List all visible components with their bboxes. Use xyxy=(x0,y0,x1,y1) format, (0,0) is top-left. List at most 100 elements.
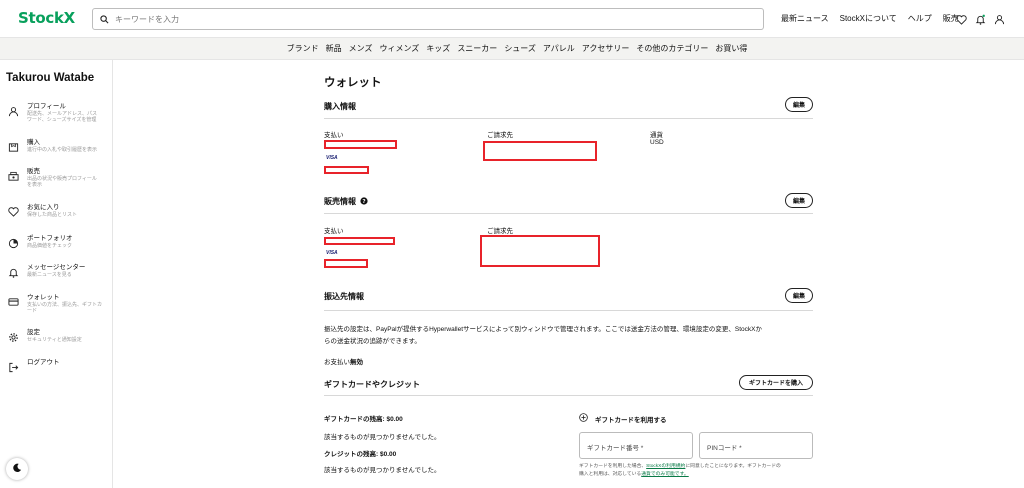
redacted-billing xyxy=(483,141,597,161)
stockx-logo[interactable]: StockX xyxy=(18,9,75,27)
currency-link[interactable]: 通貨でのみ可能です。 xyxy=(641,472,689,477)
sidebar-item-desc: を表示 xyxy=(27,182,43,188)
sidebar-item-label: プロフィール xyxy=(27,103,66,110)
sidebar-item-desc: ワード、シューズサイズを管理 xyxy=(27,117,97,123)
buy-gift-card-button[interactable]: ギフトカードを購入 xyxy=(739,375,813,390)
terms-link[interactable]: StockXの利用規約 xyxy=(646,464,685,469)
sidebar-item-selling[interactable]: 販売 出品の状況や販売プロフィール を表示 xyxy=(6,167,110,188)
dark-mode-toggle[interactable] xyxy=(6,458,28,480)
nav-about-link[interactable]: StockXについて xyxy=(840,13,897,24)
sidebar-item-desc: 支払いの方法、振込先、ギフトカ xyxy=(27,302,103,308)
payout-status-label: お支払い xyxy=(324,359,350,366)
category-accessories[interactable]: アクセサリー xyxy=(582,43,630,54)
person-icon xyxy=(6,104,20,118)
redeem-gift-card-toggle[interactable]: ギフトカードを利用する xyxy=(579,413,667,424)
bell-icon[interactable] xyxy=(975,12,986,30)
nav-help-link[interactable]: ヘルプ xyxy=(908,13,932,24)
header-links: 最新ニュース StockXについて ヘルプ 販売 xyxy=(781,13,959,24)
payout-section-title: 振込先情報 xyxy=(324,292,364,301)
bell-icon xyxy=(6,265,20,279)
redeem-gift-card-label: ギフトカードを利用する xyxy=(595,416,667,424)
category-shoes[interactable]: シューズ xyxy=(504,43,536,54)
credit-empty-message: 該当するものが見つかりませんでした。 xyxy=(324,467,441,474)
sidebar-item-label: 購入 xyxy=(27,139,40,146)
category-other[interactable]: その他のカテゴリー xyxy=(636,43,708,54)
logout-icon xyxy=(6,360,20,374)
sales-billing-label: ご請求先 xyxy=(487,228,513,235)
svg-text:?: ? xyxy=(362,199,365,205)
redacted-card xyxy=(324,259,368,268)
search-bar[interactable] xyxy=(92,8,764,30)
sidebar-item-messages[interactable]: メッセージセンター 最新ニュースを見る xyxy=(6,263,110,279)
purchase-section-title: 購入情報 xyxy=(324,102,356,111)
sidebar-item-wallet[interactable]: ウォレット 支払いの方法、振込先、ギフトカ ード xyxy=(6,293,110,314)
sidebar-item-label: メッセージセンター xyxy=(27,264,86,271)
gear-icon xyxy=(6,330,20,344)
category-bar: ブランド 新品 メンズ ウィメンズ キッズ スニーカー シューズ アパレル アク… xyxy=(0,38,1024,60)
gift-section-title: ギフトカードやクレジット xyxy=(324,380,420,389)
currency-label: 通貨 xyxy=(650,132,663,139)
payout-status-value: 無効 xyxy=(350,359,363,366)
redacted-card xyxy=(324,166,369,174)
sidebar-item-label: 設定 xyxy=(27,329,40,336)
category-kids[interactable]: キッズ xyxy=(426,43,450,54)
sidebar-item-label: ポートフォリオ xyxy=(27,235,73,242)
redacted-billing xyxy=(480,235,600,267)
sidebar-item-portfolio[interactable]: ポートフォリオ 商品価値をチェック xyxy=(6,234,110,250)
sidebar-item-desc: セキュリティと通知設定 xyxy=(27,337,82,343)
category-deals[interactable]: お買い得 xyxy=(715,43,747,54)
user-icon[interactable] xyxy=(994,12,1005,30)
top-bar: StockX 最新ニュース StockXについて ヘルプ 販売 xyxy=(0,0,1024,38)
sidebar-item-label: ウォレット xyxy=(27,294,60,301)
payout-status: お支払い無効 xyxy=(324,356,363,366)
username: Takurou Watabe xyxy=(6,72,95,84)
purchase-payment-label: 支払い xyxy=(324,132,344,139)
divider xyxy=(324,395,813,396)
visa-logo: VISA xyxy=(326,250,338,256)
sidebar-item-desc: ード xyxy=(27,308,38,314)
sidebar-item-buying[interactable]: 購入 進行中の入札や取引履歴を表示 xyxy=(6,138,110,154)
divider xyxy=(324,310,813,311)
plus-circle-icon xyxy=(579,413,588,424)
search-input[interactable] xyxy=(115,14,715,24)
info-icon[interactable]: ? xyxy=(360,196,368,207)
category-women[interactable]: ウィメンズ xyxy=(379,43,419,54)
pin-code-field[interactable]: PINコード * xyxy=(699,432,813,459)
sidebar-item-label: ログアウト xyxy=(27,359,60,366)
gift-card-number-field[interactable]: ギフトカード番号 * xyxy=(579,432,693,459)
sidebar-item-desc: 商品価値をチェック xyxy=(27,243,73,249)
sidebar-item-label: 販売 xyxy=(27,168,40,175)
nav-news-link[interactable]: 最新ニュース xyxy=(781,13,829,24)
heart-icon xyxy=(6,205,20,219)
sidebar-item-favorites[interactable]: お気に入り 保存した商品とリスト xyxy=(6,203,110,219)
category-apparel[interactable]: アパレル xyxy=(543,43,575,54)
credit-card-icon xyxy=(6,295,20,309)
credit-balance: クレジットの残高: $0.00 xyxy=(324,451,397,458)
sales-edit-button[interactable]: 編集 xyxy=(785,193,813,208)
gift-terms-text: ギフトカードを利用した場合、StockXの利用規約に同意したことになります。ギフ… xyxy=(579,464,781,477)
sidebar-item-logout[interactable]: ログアウト xyxy=(6,358,110,374)
moon-icon xyxy=(12,460,22,478)
category-men[interactable]: メンズ xyxy=(349,43,373,54)
payout-edit-button[interactable]: 編集 xyxy=(785,288,813,303)
gift-empty-message: 該当するものが見つかりませんでした。 xyxy=(324,434,441,441)
category-sneakers[interactable]: スニーカー xyxy=(457,43,497,54)
gift-balance: ギフトカードの残高: $0.00 xyxy=(324,416,403,423)
currency-value: USD xyxy=(650,139,664,146)
category-brand[interactable]: ブランド xyxy=(287,43,319,54)
divider xyxy=(324,213,813,214)
sidebar-item-desc: 最新ニュースを見る xyxy=(27,272,72,278)
sales-payment-label: 支払い xyxy=(324,228,344,235)
header-icons xyxy=(956,12,1005,30)
visa-logo: VISA xyxy=(326,155,338,161)
sidebar-item-settings[interactable]: 設定 セキュリティと通知設定 xyxy=(6,328,110,344)
purchase-edit-button[interactable]: 編集 xyxy=(785,97,813,112)
redacted-payment xyxy=(324,140,397,149)
cash-register-icon xyxy=(6,169,20,183)
divider xyxy=(324,118,813,119)
search-icon xyxy=(93,14,115,24)
heart-icon[interactable] xyxy=(956,12,967,30)
sidebar-item-profile[interactable]: プロフィール 配送先、メールアドレス、パス ワード、シューズサイズを管理 xyxy=(6,102,110,123)
sidebar-item-label: お気に入り xyxy=(27,204,60,211)
category-new[interactable]: 新品 xyxy=(326,43,342,54)
